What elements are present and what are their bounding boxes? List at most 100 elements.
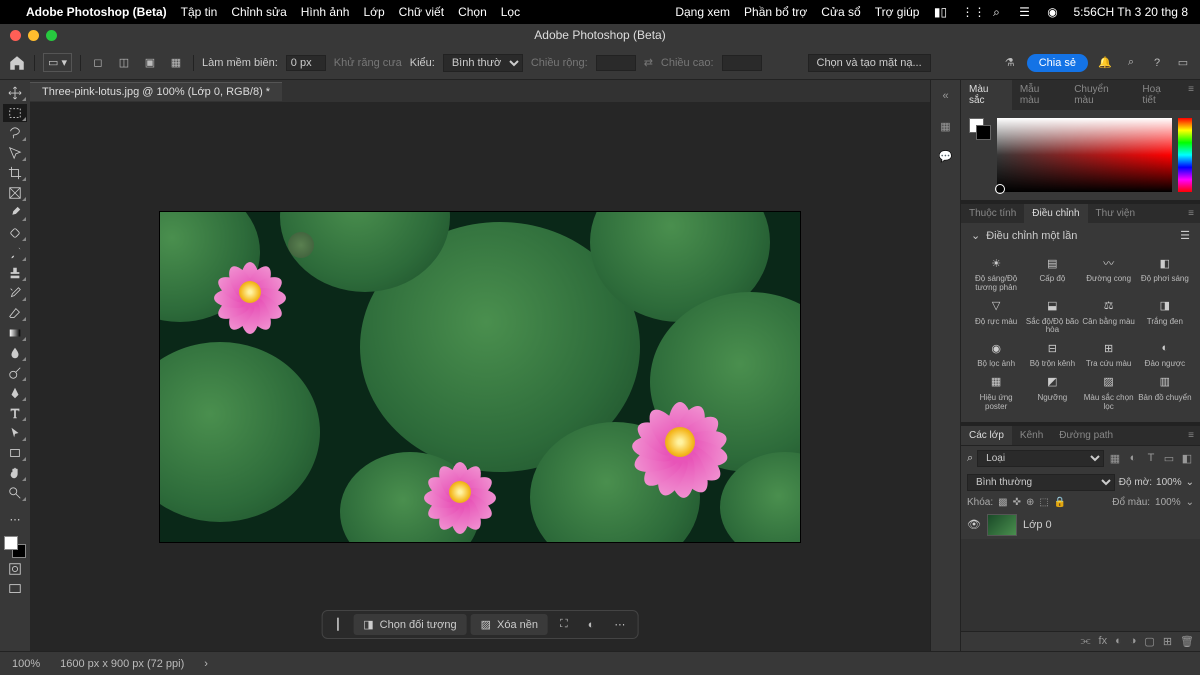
lock-artboard-icon[interactable]: ⊕ xyxy=(1026,497,1034,508)
canvas[interactable] xyxy=(160,212,800,542)
lock-pixels-icon[interactable]: ▩ xyxy=(998,497,1007,508)
lock-nest-icon[interactable]: ⬚ xyxy=(1039,497,1048,508)
gradient-tool[interactable] xyxy=(3,324,27,342)
adjustment-1[interactable]: ▤Cấp độ xyxy=(1025,254,1079,293)
swatches-tab[interactable]: Mẫu màu xyxy=(1012,80,1066,110)
help-icon[interactable]: ? xyxy=(1148,54,1166,72)
search-ps-icon[interactable]: ⌕ xyxy=(1122,54,1140,72)
doc-info-chevron-icon[interactable]: › xyxy=(204,658,208,670)
lock-position-icon[interactable]: ✜ xyxy=(1013,497,1021,508)
layers-panel-menu[interactable]: ≡ xyxy=(1182,426,1200,445)
selection-tool[interactable] xyxy=(3,144,27,162)
adjustment-7[interactable]: ◨Trắng đen xyxy=(1138,297,1192,336)
pen-tool[interactable] xyxy=(3,384,27,402)
battery-icon[interactable]: ▮▯ xyxy=(933,5,947,19)
select-subject-button[interactable]: ◨Chọn đối tượng xyxy=(353,614,466,635)
paths-tab[interactable]: Đường path xyxy=(1051,426,1121,445)
search-icon[interactable]: ⌕ xyxy=(989,5,1003,20)
new-adjustment-icon[interactable]: ◑ xyxy=(1130,635,1137,648)
quickmask-toggle[interactable] xyxy=(3,560,27,578)
move-tool[interactable] xyxy=(3,84,27,102)
layer-fx-icon[interactable]: fx xyxy=(1099,635,1108,648)
notifications-icon[interactable]: 🔔 xyxy=(1096,54,1114,72)
adjustment-9[interactable]: ⊟Bộ trộn kênh xyxy=(1025,339,1079,369)
blur-tool[interactable] xyxy=(3,344,27,362)
window-minimize[interactable] xyxy=(28,30,39,41)
menu-plugins[interactable]: Phần bổ trợ xyxy=(744,5,807,19)
opacity-chevron-icon[interactable]: ⌄ xyxy=(1186,477,1194,488)
adjustment-0[interactable]: ☀Độ sáng/Độ tương phản xyxy=(969,254,1023,293)
crop-tool[interactable] xyxy=(3,164,27,182)
menu-select[interactable]: Chọn xyxy=(458,5,487,19)
dodge-tool[interactable] xyxy=(3,364,27,382)
select-mask-button[interactable]: Chọn và tạo mặt nạ... xyxy=(808,54,931,72)
filter-type-select[interactable]: Loại xyxy=(977,450,1104,467)
document-tab[interactable]: Three-pink-lotus.jpg @ 100% (Lớp 0, RGB/… xyxy=(30,82,282,101)
adjust-panel-menu[interactable]: ≡ xyxy=(1182,204,1200,223)
style-select[interactable]: Bình thường xyxy=(443,54,523,72)
app-name[interactable]: Adobe Photoshop (Beta) xyxy=(26,5,167,19)
fill-chevron-icon[interactable]: ⌄ xyxy=(1186,497,1194,508)
color-spectrum[interactable] xyxy=(997,118,1172,192)
menu-image[interactable]: Hình ảnh xyxy=(301,5,350,19)
delete-layer-icon[interactable]: 🗑 xyxy=(1180,635,1194,648)
list-view-icon[interactable]: ☰ xyxy=(1180,229,1190,242)
zoom-tool[interactable] xyxy=(3,484,27,502)
selection-intersect-icon[interactable]: ▦ xyxy=(167,54,185,72)
fill-value[interactable]: 100% xyxy=(1155,497,1181,508)
selection-new-icon[interactable]: ◻ xyxy=(89,54,107,72)
patterns-tab[interactable]: Hoạ tiết xyxy=(1134,80,1182,110)
selection-subtract-icon[interactable]: ▣ xyxy=(141,54,159,72)
layer-thumbnail[interactable] xyxy=(987,514,1017,536)
color-tab[interactable]: Màu sắc xyxy=(961,80,1012,110)
eyedropper-tool[interactable] xyxy=(3,204,27,222)
more-icon[interactable]: ⋯ xyxy=(606,614,633,635)
color-swatch-mini[interactable] xyxy=(969,118,991,140)
edit-toolbar[interactable]: ⋯ xyxy=(3,510,27,528)
filter-smart-icon[interactable]: ◧ xyxy=(1180,452,1194,465)
shape-tool[interactable] xyxy=(3,444,27,462)
hand-tool[interactable] xyxy=(3,464,27,482)
menu-filter[interactable]: Lọc xyxy=(501,5,520,19)
new-group-icon[interactable]: ▢ xyxy=(1144,635,1154,648)
doc-info[interactable]: 1600 px x 900 px (72 ppi) xyxy=(60,658,184,670)
adjustment-11[interactable]: ◐Đảo ngược xyxy=(1138,339,1192,369)
menu-file[interactable]: Tập tin xyxy=(181,5,218,19)
menu-help[interactable]: Trợ giúp xyxy=(875,5,920,19)
home-button[interactable] xyxy=(8,54,26,72)
adjustment-14[interactable]: ▨Màu sắc chọn lọc xyxy=(1082,373,1136,412)
remove-bg-button[interactable]: ▨Xóa nền xyxy=(471,614,548,635)
adjustments-tab[interactable]: Điều chỉnh xyxy=(1024,204,1087,223)
selection-add-icon[interactable]: ◫ xyxy=(115,54,133,72)
adjustment-5[interactable]: ⬓Sắc độ/Độ bão hòa xyxy=(1025,297,1079,336)
antialias-checkbox[interactable]: Khử răng cưa xyxy=(334,57,402,69)
adjustment-2[interactable]: 〰Đường cong xyxy=(1082,254,1136,293)
beaker-icon[interactable]: ⚗ xyxy=(1001,54,1019,72)
brush-tool[interactable] xyxy=(3,244,27,262)
adjustment-15[interactable]: ▥Bản đồ chuyển xyxy=(1138,373,1192,412)
control-center-icon[interactable]: ☰ xyxy=(1017,5,1031,19)
lasso-tool[interactable] xyxy=(3,124,27,142)
screenmode-toggle[interactable] xyxy=(3,580,27,598)
filter-pixel-icon[interactable]: ▦ xyxy=(1108,452,1122,465)
history-panel-icon[interactable]: ▦ xyxy=(936,116,956,136)
collapse-icon[interactable]: « xyxy=(936,86,956,106)
feather-input[interactable] xyxy=(286,55,326,71)
filter-adjust-icon[interactable]: ◐ xyxy=(1126,452,1140,464)
link-layers-icon[interactable]: ⫘ xyxy=(1081,635,1091,648)
zoom-level[interactable]: 100% xyxy=(12,658,40,670)
layer-name[interactable]: Lớp 0 xyxy=(1023,519,1052,531)
comments-panel-icon[interactable]: 💬 xyxy=(936,146,956,166)
marquee-preset[interactable]: ▭ ▾ xyxy=(43,53,72,72)
share-button[interactable]: Chia sẻ xyxy=(1027,54,1088,72)
menu-type[interactable]: Chữ viết xyxy=(399,5,444,19)
window-maximize[interactable] xyxy=(46,30,57,41)
libraries-tab[interactable]: Thư viện xyxy=(1088,204,1144,223)
adjustment-13[interactable]: ◩Ngưỡng xyxy=(1025,373,1079,412)
gradients-tab[interactable]: Chuyển màu xyxy=(1066,80,1134,110)
clock[interactable]: 5:56CH Th 3 20 thg 8 xyxy=(1073,5,1188,19)
ctx-handle-icon[interactable]: ┃ xyxy=(327,614,350,635)
adjust-icon[interactable]: ◐ xyxy=(580,615,603,635)
layer-mask-icon[interactable]: ◐ xyxy=(1115,635,1122,648)
opacity-value[interactable]: 100% xyxy=(1156,477,1182,488)
